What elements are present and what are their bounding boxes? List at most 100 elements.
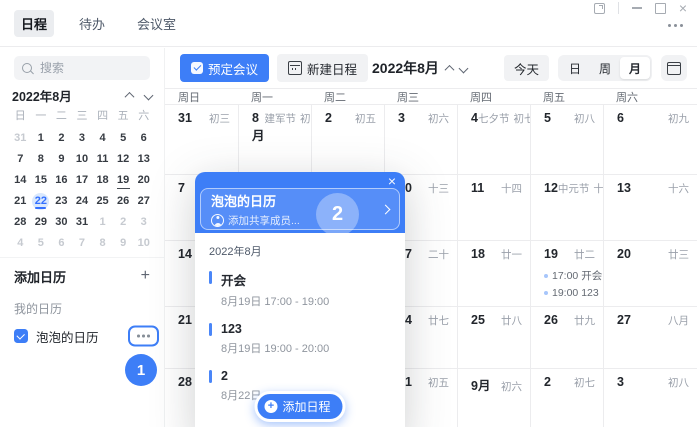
- mini-day[interactable]: 24: [72, 191, 93, 212]
- calendar-cell[interactable]: 13十六: [603, 174, 697, 240]
- calendar-cell[interactable]: 3初六: [384, 104, 457, 174]
- mini-day[interactable]: 3: [133, 212, 154, 233]
- checkbox-checked-icon[interactable]: [14, 329, 28, 343]
- mini-day[interactable]: 3: [72, 128, 93, 149]
- mini-day[interactable]: 1: [92, 212, 113, 233]
- calendar-cell[interactable]: 20廿三: [603, 240, 697, 306]
- more-options-button[interactable]: [668, 24, 683, 27]
- calendar-cell[interactable]: 3初八: [603, 368, 697, 427]
- popup-close-icon[interactable]: ×: [388, 173, 396, 189]
- mini-day[interactable]: 4: [10, 233, 31, 254]
- mini-day[interactable]: 12: [113, 149, 134, 170]
- mini-prev-month-icon[interactable]: [126, 92, 133, 99]
- mini-day[interactable]: 10: [133, 233, 154, 254]
- event-chip[interactable]: 19:00 123: [544, 287, 595, 299]
- mini-day[interactable]: 22: [31, 191, 52, 212]
- event-color-bar: [209, 323, 212, 336]
- schedule-view-button[interactable]: [661, 55, 687, 81]
- mini-day[interactable]: 10: [72, 149, 93, 170]
- mini-day[interactable]: 5: [31, 233, 52, 254]
- calendar-cell[interactable]: 18廿一: [457, 240, 530, 306]
- add-event-button[interactable]: + 添加日程: [254, 391, 345, 422]
- maximize-button[interactable]: [655, 3, 666, 14]
- mini-day[interactable]: 27: [133, 191, 154, 212]
- calendar-list-item[interactable]: 泡泡的日历: [0, 324, 164, 348]
- mini-day[interactable]: 9: [51, 149, 72, 170]
- tab-2[interactable]: 待办: [72, 10, 112, 37]
- cell-lunar: 初八: [668, 375, 689, 390]
- minimize-button[interactable]: [632, 7, 642, 9]
- view-option[interactable]: 日: [560, 57, 590, 79]
- event-chip[interactable]: 17:00 开会: [544, 268, 595, 283]
- mini-day[interactable]: 16: [51, 170, 72, 191]
- close-window-button[interactable]: ×: [679, 2, 687, 14]
- plus-circle-icon: +: [264, 400, 277, 413]
- mini-day[interactable]: 2: [113, 212, 134, 233]
- current-month-title: 2022年8月: [372, 58, 439, 78]
- mini-day[interactable]: 1: [31, 128, 52, 149]
- mini-day[interactable]: 7: [10, 149, 31, 170]
- mini-day[interactable]: 20: [133, 170, 154, 191]
- popout-window-icon[interactable]: [594, 3, 605, 14]
- mini-day[interactable]: 9: [113, 233, 134, 254]
- plus-icon[interactable]: +: [141, 268, 150, 284]
- mini-day[interactable]: 25: [92, 191, 113, 212]
- search-box[interactable]: [14, 56, 150, 80]
- mini-day[interactable]: 30: [51, 212, 72, 233]
- today-button[interactable]: 今天: [504, 55, 549, 81]
- mini-day[interactable]: 13: [133, 149, 154, 170]
- mini-day[interactable]: 17: [72, 170, 93, 191]
- popup-event-item[interactable]: 1238月19日 19:00 - 20:00: [209, 322, 391, 356]
- tab-3[interactable]: 会议室: [130, 10, 183, 37]
- mini-day[interactable]: 2: [51, 128, 72, 149]
- book-meeting-button[interactable]: 预定会议: [180, 54, 269, 82]
- mini-day[interactable]: 19: [113, 170, 134, 191]
- next-month-icon[interactable]: [460, 65, 467, 72]
- popup-event-item[interactable]: 开会8月19日 17:00 - 19:00: [209, 270, 391, 309]
- add-calendar-row[interactable]: 添加日历 +: [0, 266, 164, 286]
- mini-day[interactable]: 4: [92, 128, 113, 149]
- view-option[interactable]: 月: [620, 57, 650, 79]
- calendar-cell[interactable]: 8月建军节初四: [238, 104, 311, 174]
- calendar-cell[interactable]: 9月初六: [457, 368, 530, 427]
- book-meeting-label: 预定会议: [208, 59, 258, 78]
- mini-day[interactable]: 21: [10, 191, 31, 212]
- mini-day[interactable]: 26: [113, 191, 134, 212]
- calendar-cell[interactable]: 4七夕节初七: [457, 104, 530, 174]
- mini-day[interactable]: 11: [92, 149, 113, 170]
- calendar-cell[interactable]: 27八月: [603, 306, 697, 368]
- calendar-cell[interactable]: 5初八: [530, 104, 603, 174]
- mini-day[interactable]: 6: [133, 128, 154, 149]
- calendar-cell[interactable]: 12中元节十五: [530, 174, 603, 240]
- mini-day[interactable]: 15: [31, 170, 52, 191]
- calendar-cell[interactable]: 26廿九: [530, 306, 603, 368]
- calendar-cell[interactable]: 2初七: [530, 368, 603, 427]
- mini-day[interactable]: 8: [92, 233, 113, 254]
- calendar-cell[interactable]: 6初九: [603, 104, 697, 174]
- search-input[interactable]: [38, 60, 142, 76]
- new-event-button[interactable]: 新建日程: [277, 54, 368, 82]
- mini-day[interactable]: 18: [92, 170, 113, 191]
- mini-day[interactable]: 31: [72, 212, 93, 233]
- tab-1[interactable]: 日程: [14, 10, 54, 37]
- mini-day[interactable]: 7: [72, 233, 93, 254]
- mini-day[interactable]: 23: [51, 191, 72, 212]
- mini-day[interactable]: 6: [51, 233, 72, 254]
- mini-day[interactable]: 28: [10, 212, 31, 233]
- mini-day[interactable]: 14: [10, 170, 31, 191]
- calendar-cell[interactable]: 19廿二17:00 开会19:00 123: [530, 240, 603, 306]
- mini-day[interactable]: 5: [113, 128, 134, 149]
- mini-day[interactable]: 8: [31, 149, 52, 170]
- calendar-cell[interactable]: 31初三: [165, 104, 238, 174]
- popup-calendar-card[interactable]: 泡泡的日历 添加共享成员...: [200, 188, 400, 230]
- mini-day[interactable]: 31: [10, 128, 31, 149]
- view-option[interactable]: 周: [590, 57, 620, 79]
- cell-date: 27: [617, 313, 631, 327]
- calendar-more-button[interactable]: [131, 329, 156, 344]
- prev-month-icon[interactable]: [446, 65, 453, 72]
- calendar-cell[interactable]: 11十四: [457, 174, 530, 240]
- mini-next-month-icon[interactable]: [145, 92, 152, 99]
- calendar-cell[interactable]: 25廿八: [457, 306, 530, 368]
- mini-day[interactable]: 29: [31, 212, 52, 233]
- calendar-cell[interactable]: 2初五: [311, 104, 384, 174]
